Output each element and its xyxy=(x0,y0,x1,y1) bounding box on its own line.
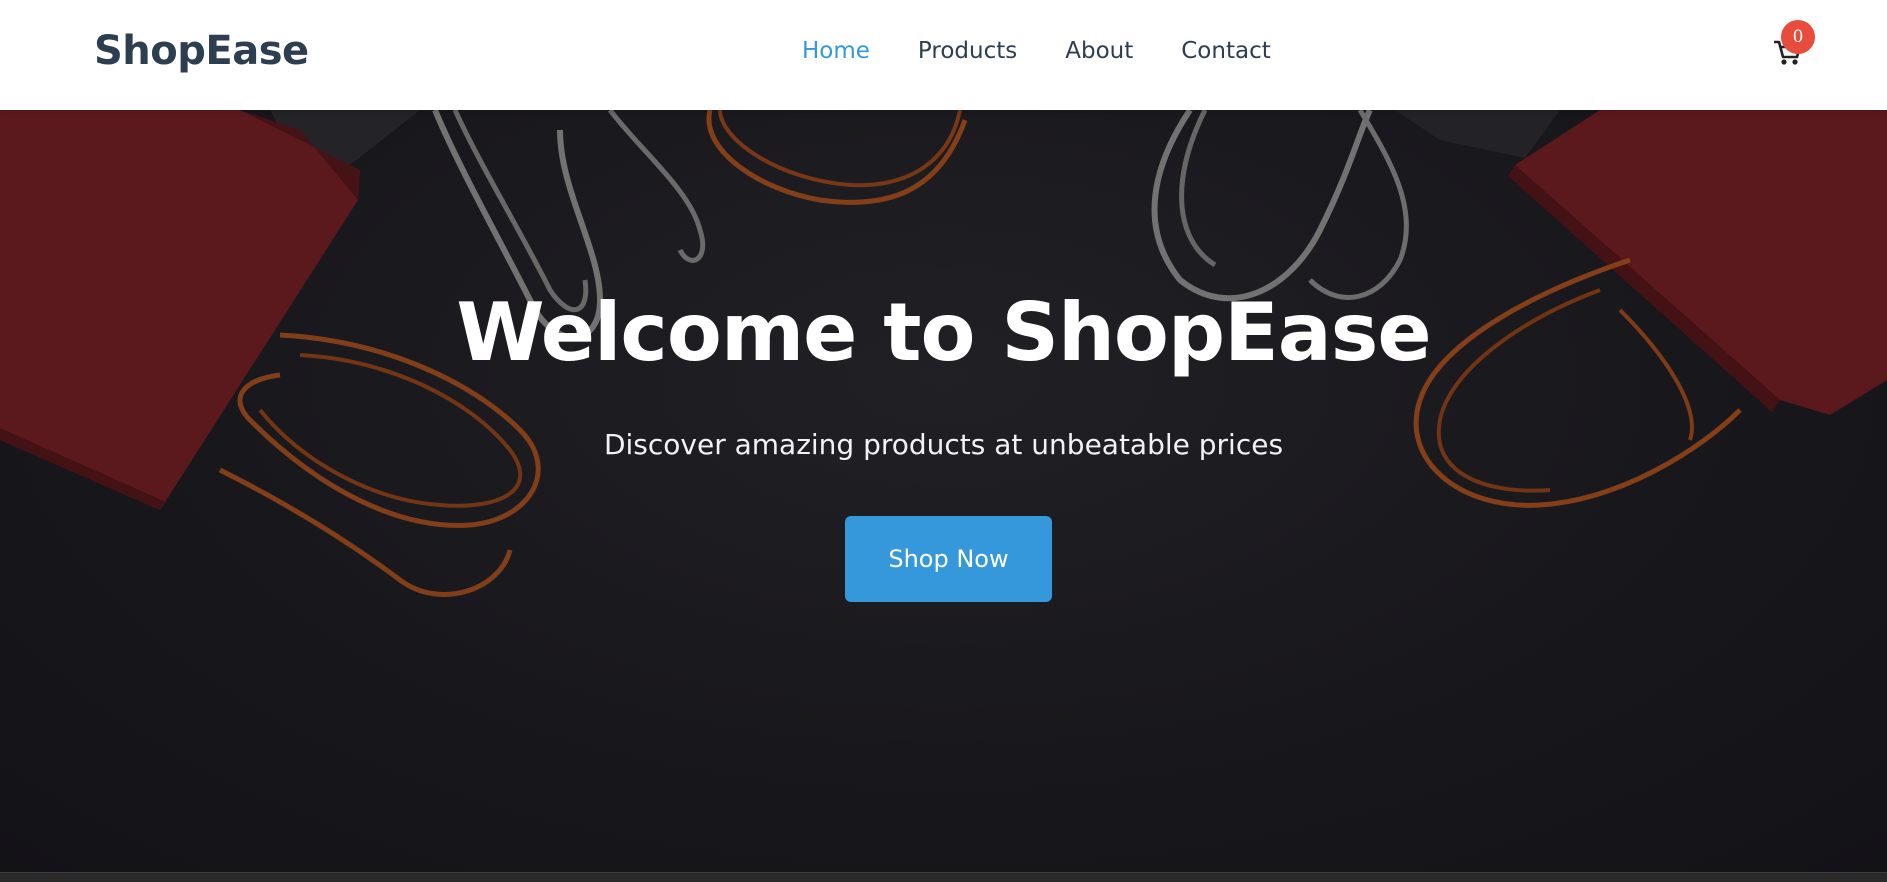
nav-links: Home Products About Contact xyxy=(802,38,1271,64)
hero-title: Welcome to ShopEase xyxy=(456,286,1431,379)
hero-section: Welcome to ShopEase Discover amazing pro… xyxy=(0,110,1887,872)
nav-link-home[interactable]: Home xyxy=(802,38,870,64)
shop-now-button[interactable]: Shop Now xyxy=(845,516,1052,602)
nav-link-contact[interactable]: Contact xyxy=(1181,38,1270,64)
nav-link-about[interactable]: About xyxy=(1065,38,1133,64)
cart-button[interactable]: 0 xyxy=(1772,20,1815,70)
hero-overlay xyxy=(0,110,1887,872)
brand-logo[interactable]: ShopEase xyxy=(94,28,309,74)
bottom-edge xyxy=(0,872,1887,882)
cart-count-badge: 0 xyxy=(1781,20,1815,54)
navbar: ShopEase Home Products About Contact 0 xyxy=(0,0,1887,110)
hero-subtitle: Discover amazing products at unbeatable … xyxy=(603,428,1284,461)
nav-link-products[interactable]: Products xyxy=(918,38,1017,64)
